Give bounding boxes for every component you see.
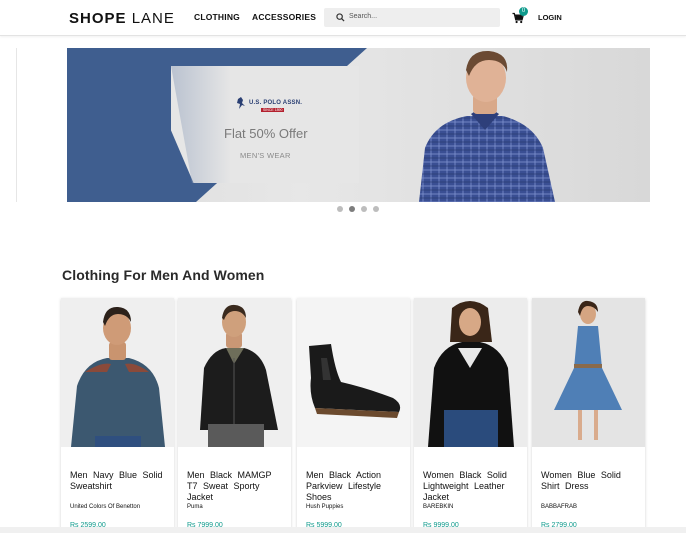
product-name[interactable]: Women Blue Solid Shirt Dress [541, 470, 637, 492]
nav-accessories[interactable]: ACCESSORIES [252, 12, 316, 22]
product-name[interactable]: Men Black Action Parkview Lifestyle Shoe… [306, 470, 402, 503]
product-image [178, 298, 291, 447]
logo-light: LANE [131, 10, 175, 27]
product-brand: Hush Puppies [306, 504, 344, 510]
nav-clothing[interactable]: CLOTHING [194, 12, 240, 22]
carousel-dot-active[interactable] [349, 206, 355, 212]
section-title: Clothing For Men And Women [62, 267, 265, 283]
brand-name: U.S. POLO ASSN. [249, 100, 303, 106]
product-brand: BABBAFRAB [541, 504, 578, 510]
product-card[interactable]: Men Black Action Parkview Lifestyle Shoe… [297, 298, 410, 533]
search-input[interactable]: Search... [324, 8, 500, 27]
product-name[interactable]: Women Black Solid Lightweight Leather Ja… [423, 470, 519, 503]
bottom-edge [0, 527, 686, 533]
site-logo[interactable]: SHOPE LANE [69, 10, 175, 27]
carousel-dot[interactable] [361, 206, 367, 212]
product-image [61, 298, 174, 447]
product-brand: BAREBKIN [423, 504, 454, 510]
product-brand: United Colors Of Benetton [70, 504, 141, 510]
logo-bold: SHOPE [69, 10, 127, 27]
offer-category: MEN'S WEAR [240, 151, 291, 160]
polo-player-icon [237, 97, 245, 109]
cart-count-badge: 0 [519, 7, 528, 16]
product-card[interactable]: Men Black MAMGP T7 Sweat Sporty Jacket P… [178, 298, 291, 533]
hero-banner[interactable]: U.S. POLO ASSN. SINCE 1890 Flat 50% Offe… [16, 48, 650, 202]
product-card[interactable]: Women Black Solid Lightweight Leather Ja… [414, 298, 527, 533]
carousel-dot[interactable] [373, 206, 379, 212]
product-card[interactable]: Women Blue Solid Shirt Dress BABBAFRAB R… [532, 298, 645, 533]
product-name[interactable]: Men Black MAMGP T7 Sweat Sporty Jacket [187, 470, 283, 503]
product-brand: Puma [187, 504, 203, 510]
login-link[interactable]: LOGIN [538, 13, 562, 22]
page: SHOPE LANE CLOTHING ACCESSORIES Search..… [0, 0, 686, 533]
product-image [414, 298, 527, 447]
offer-text: Flat 50% Offer [224, 126, 308, 141]
search-icon [336, 13, 345, 22]
brand-since: SINCE 1890 [261, 108, 285, 112]
product-image [297, 298, 410, 447]
banner-model-image [419, 50, 555, 202]
top-header: SHOPE LANE CLOTHING ACCESSORIES Search..… [0, 0, 686, 36]
product-name[interactable]: Men Navy Blue Solid Sweatshirt [70, 470, 166, 492]
carousel-dot[interactable] [337, 206, 343, 212]
product-image [532, 298, 645, 447]
search-placeholder: Search... [349, 13, 378, 20]
product-card[interactable]: Men Navy Blue Solid Sweatshirt United Co… [61, 298, 174, 533]
